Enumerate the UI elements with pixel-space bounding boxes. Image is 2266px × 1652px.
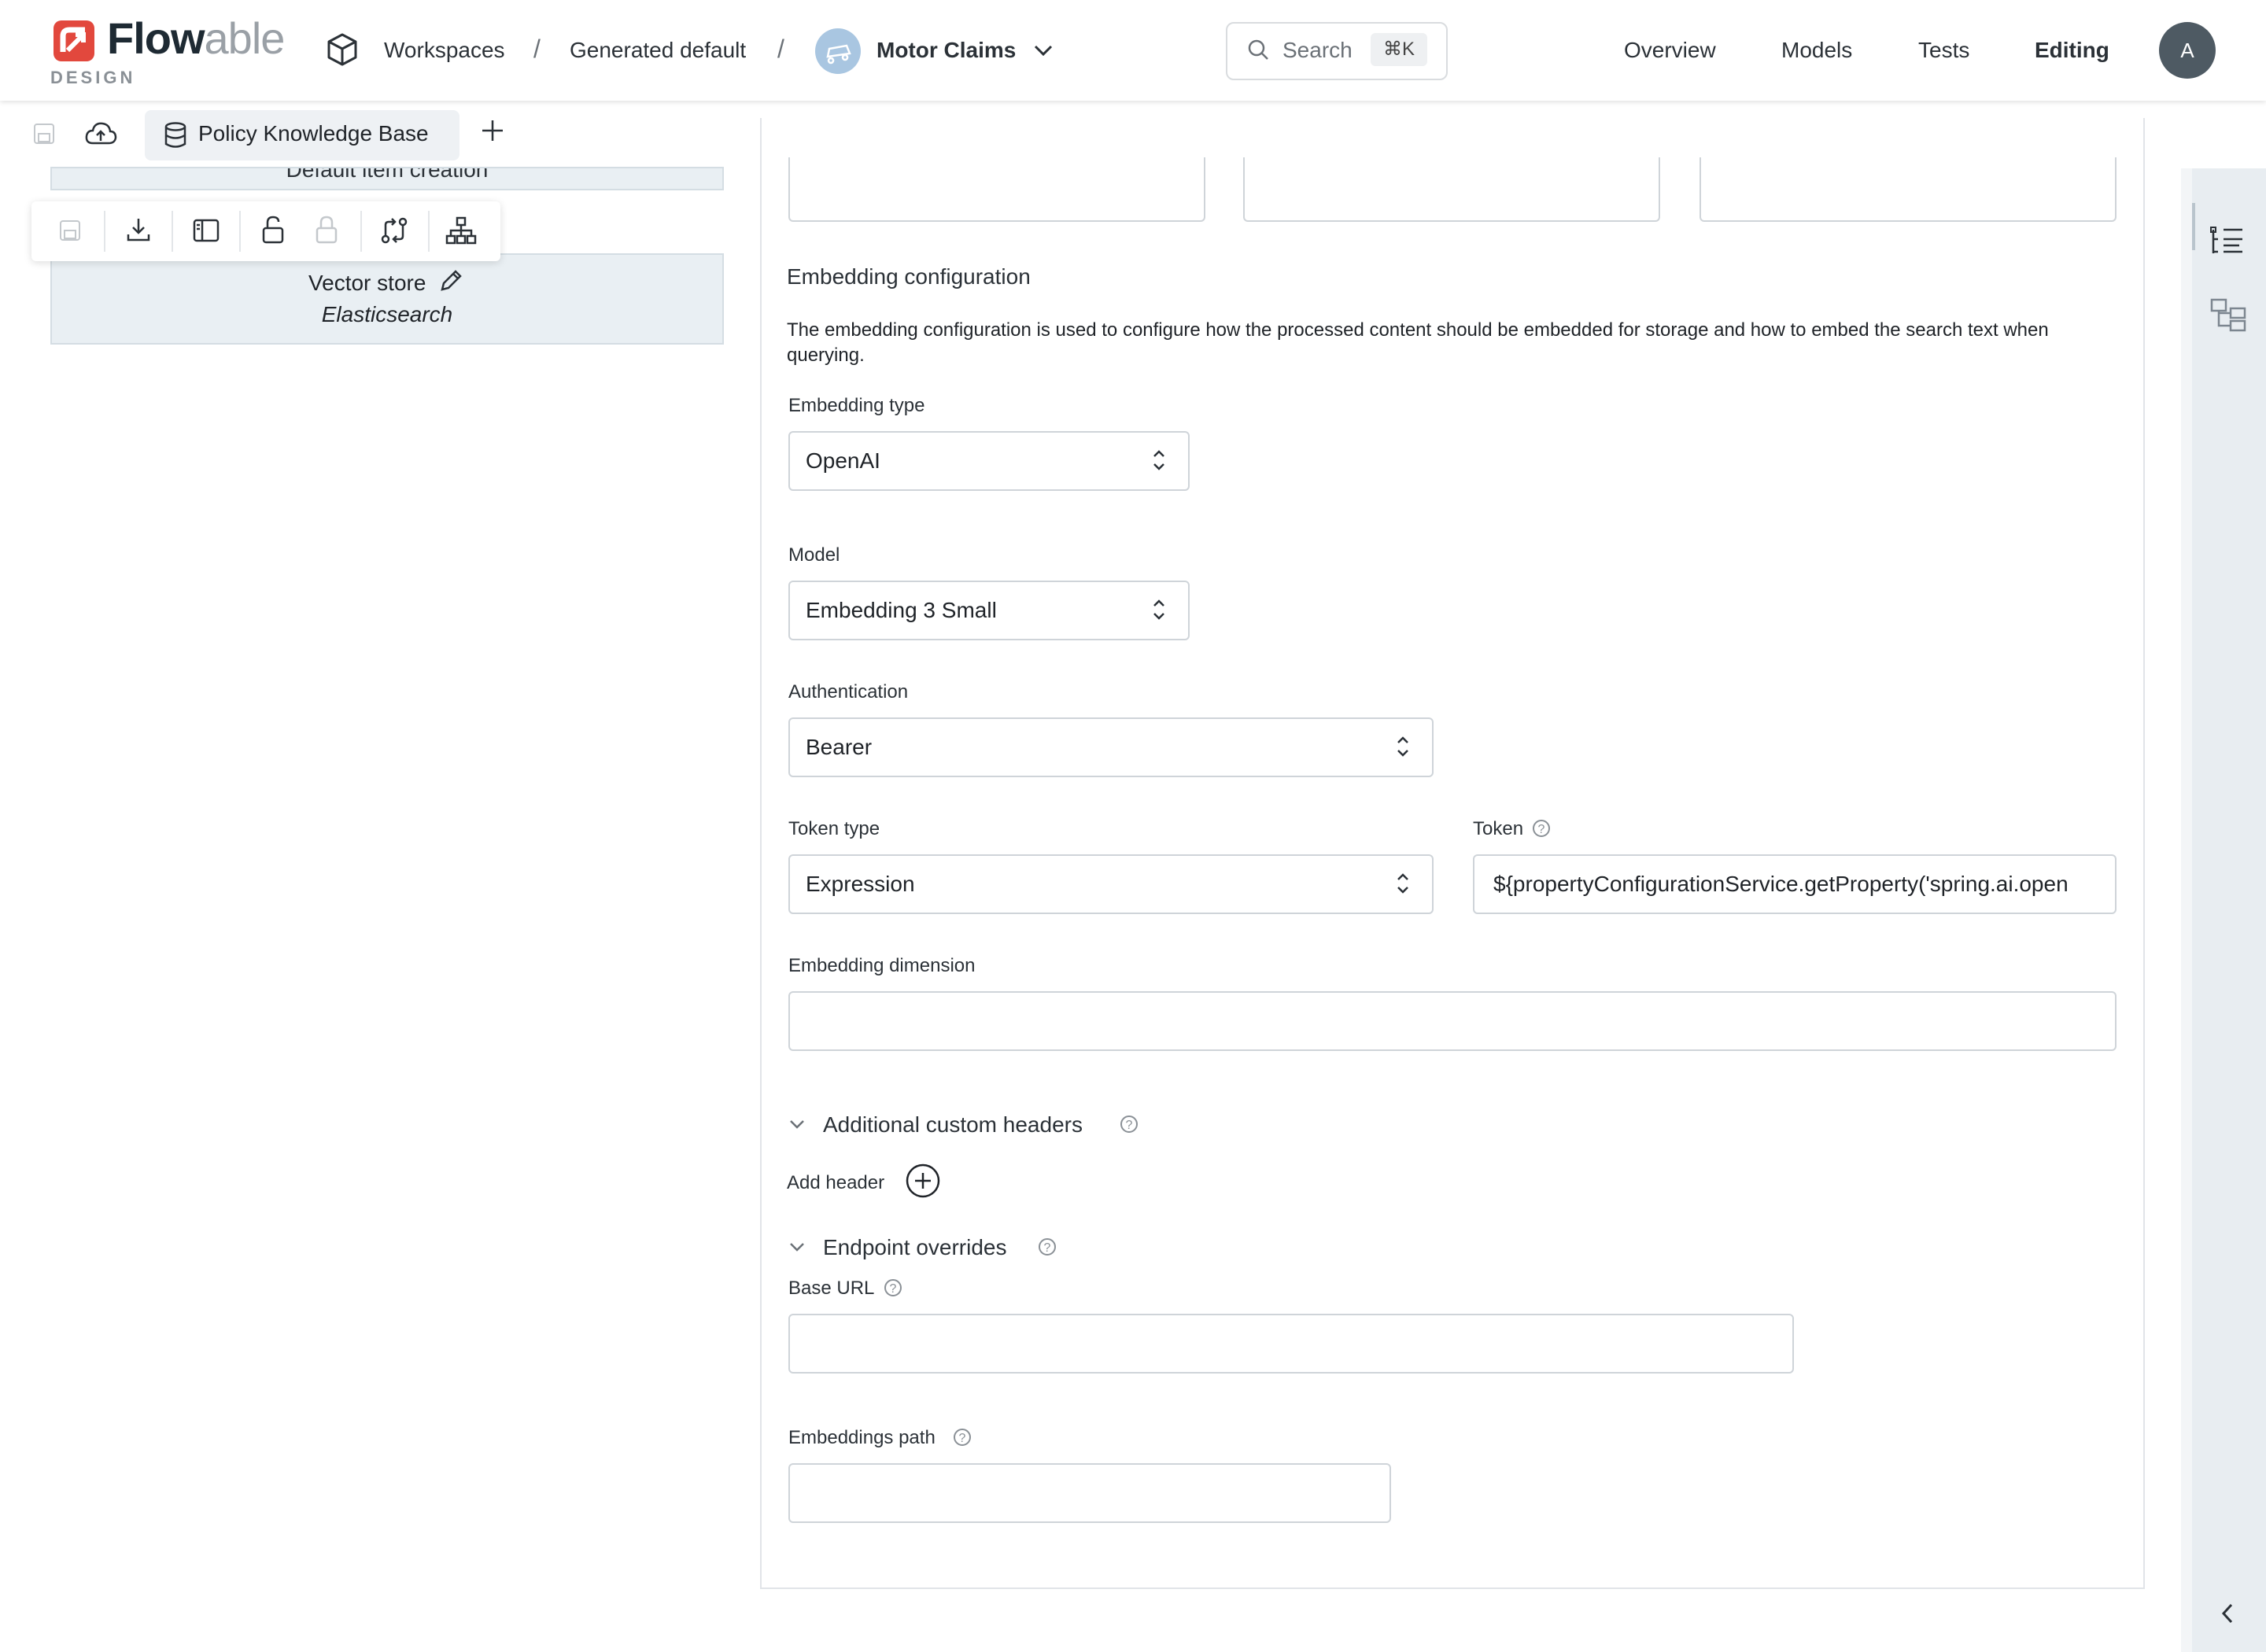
tree-list-icon[interactable] (2209, 225, 2246, 258)
node-partial-label: Default item creation (286, 167, 489, 182)
authentication-select[interactable] (788, 717, 1434, 777)
scrollbar[interactable] (2181, 168, 2192, 1652)
toolbar-divider (239, 211, 241, 252)
tab-label: Policy Knowledge Base (198, 121, 429, 146)
select-arrows-icon (1149, 595, 1169, 625)
right-rail (2192, 168, 2266, 1652)
canvas-node-partial[interactable]: Default item creation (50, 167, 724, 190)
search-icon (1246, 38, 1270, 61)
database-icon (162, 121, 189, 149)
rail-active-indicator (2192, 203, 2195, 250)
authentication-value: Bearer (806, 735, 873, 759)
help-icon[interactable]: ? (1120, 1115, 1138, 1133)
breadcrumb-workspaces[interactable]: Workspaces (384, 38, 505, 63)
select-arrows-icon (1393, 732, 1413, 761)
app-avatar-icon (815, 28, 861, 74)
chevron-down-icon[interactable] (787, 1237, 807, 1257)
embedding-type-value: OpenAI (806, 448, 880, 473)
download-icon[interactable] (124, 216, 153, 244)
toolbar-divider (172, 211, 173, 252)
nav-editing[interactable]: Editing (2035, 38, 2109, 63)
partial-input-1[interactable] (788, 157, 1205, 222)
embedding-dimension-label: Embedding dimension (788, 955, 976, 976)
workspace-cube-icon (324, 31, 360, 68)
app-name[interactable]: Motor Claims (877, 38, 1016, 63)
model-label: Model (788, 544, 840, 566)
hierarchy-icon[interactable] (445, 216, 477, 245)
edit-pencil-icon[interactable] (437, 267, 464, 294)
toolbar-divider (428, 211, 430, 252)
breadcrumb-separator: / (777, 35, 784, 63)
top-header: Flowable DESIGN Workspaces / Generated d… (0, 0, 2266, 101)
token-input[interactable]: ${propertyConfigurationService.getProper… (1473, 854, 2117, 914)
vector-store-label: Vector store (308, 271, 426, 295)
save-icon[interactable] (30, 120, 58, 148)
add-tab-icon[interactable] (478, 116, 507, 145)
chevron-left-icon[interactable] (2216, 1600, 2239, 1627)
token-label: Token (1473, 818, 1524, 839)
embedding-type-label: Embedding type (788, 395, 925, 416)
vector-store-value: Elasticsearch (321, 302, 453, 326)
embedding-section-title: Embedding configuration (787, 264, 1031, 289)
lock-icon[interactable] (313, 214, 340, 245)
embeddings-path-label: Embeddings path (788, 1427, 936, 1448)
breadcrumb-separator: / (533, 35, 541, 63)
search-placeholder: Search (1282, 38, 1353, 62)
nav-tests[interactable]: Tests (1918, 38, 1969, 63)
select-arrows-icon (1149, 445, 1169, 475)
toolbar-divider (104, 211, 105, 252)
endpoint-overrides-title[interactable]: Endpoint overrides (823, 1235, 1006, 1260)
add-header-button[interactable] (905, 1163, 941, 1199)
select-arrows-icon (1393, 868, 1413, 898)
embedding-dimension-input[interactable] (788, 991, 2117, 1051)
sidebar-panel-icon[interactable] (192, 217, 220, 244)
logo-wordmark: Flowable (107, 13, 285, 63)
search-shortcut-badge: ⌘K (1371, 33, 1427, 66)
token-type-label: Token type (788, 818, 880, 839)
help-icon[interactable]: ? (1039, 1238, 1056, 1256)
help-icon[interactable]: ? (1533, 820, 1550, 837)
authentication-label: Authentication (788, 681, 909, 702)
breadcrumb-generated-default[interactable]: Generated default (570, 38, 746, 63)
base-url-label: Base URL (788, 1278, 875, 1299)
node-toolbar (31, 201, 500, 261)
help-icon[interactable]: ? (884, 1279, 902, 1296)
unlock-icon[interactable] (260, 214, 286, 245)
help-icon[interactable]: ? (954, 1429, 971, 1446)
nav-overview[interactable]: Overview (1624, 38, 1716, 63)
add-header-label: Add header (787, 1172, 885, 1193)
partial-input-2[interactable] (1243, 157, 1660, 222)
model-value: Embedding 3 Small (806, 598, 997, 622)
custom-headers-title[interactable]: Additional custom headers (823, 1112, 1083, 1138)
structure-icon[interactable] (2209, 297, 2247, 334)
toolbar-divider (360, 211, 362, 252)
flowable-logo-icon[interactable] (52, 19, 96, 63)
user-avatar[interactable]: A (2159, 22, 2216, 79)
cloud-upload-icon[interactable] (83, 118, 118, 149)
logo-subtitle: DESIGN (50, 68, 136, 87)
embeddings-path-input[interactable] (788, 1463, 1391, 1523)
compare-icon[interactable] (379, 216, 409, 245)
nav-models[interactable]: Models (1781, 38, 1852, 63)
chevron-down-icon[interactable] (787, 1114, 807, 1134)
partial-input-3[interactable] (1700, 157, 2117, 222)
embedding-description: The embedding configuration is used to c… (787, 319, 2049, 366)
base-url-input[interactable] (788, 1314, 1794, 1374)
vector-store-node[interactable]: Vector store Elasticsearch (50, 253, 724, 345)
chevron-down-icon[interactable] (1031, 38, 1056, 63)
save-icon[interactable] (57, 217, 83, 244)
token-type-value: Expression (806, 872, 915, 896)
token-value: ${propertyConfigurationService.getProper… (1493, 872, 2069, 896)
